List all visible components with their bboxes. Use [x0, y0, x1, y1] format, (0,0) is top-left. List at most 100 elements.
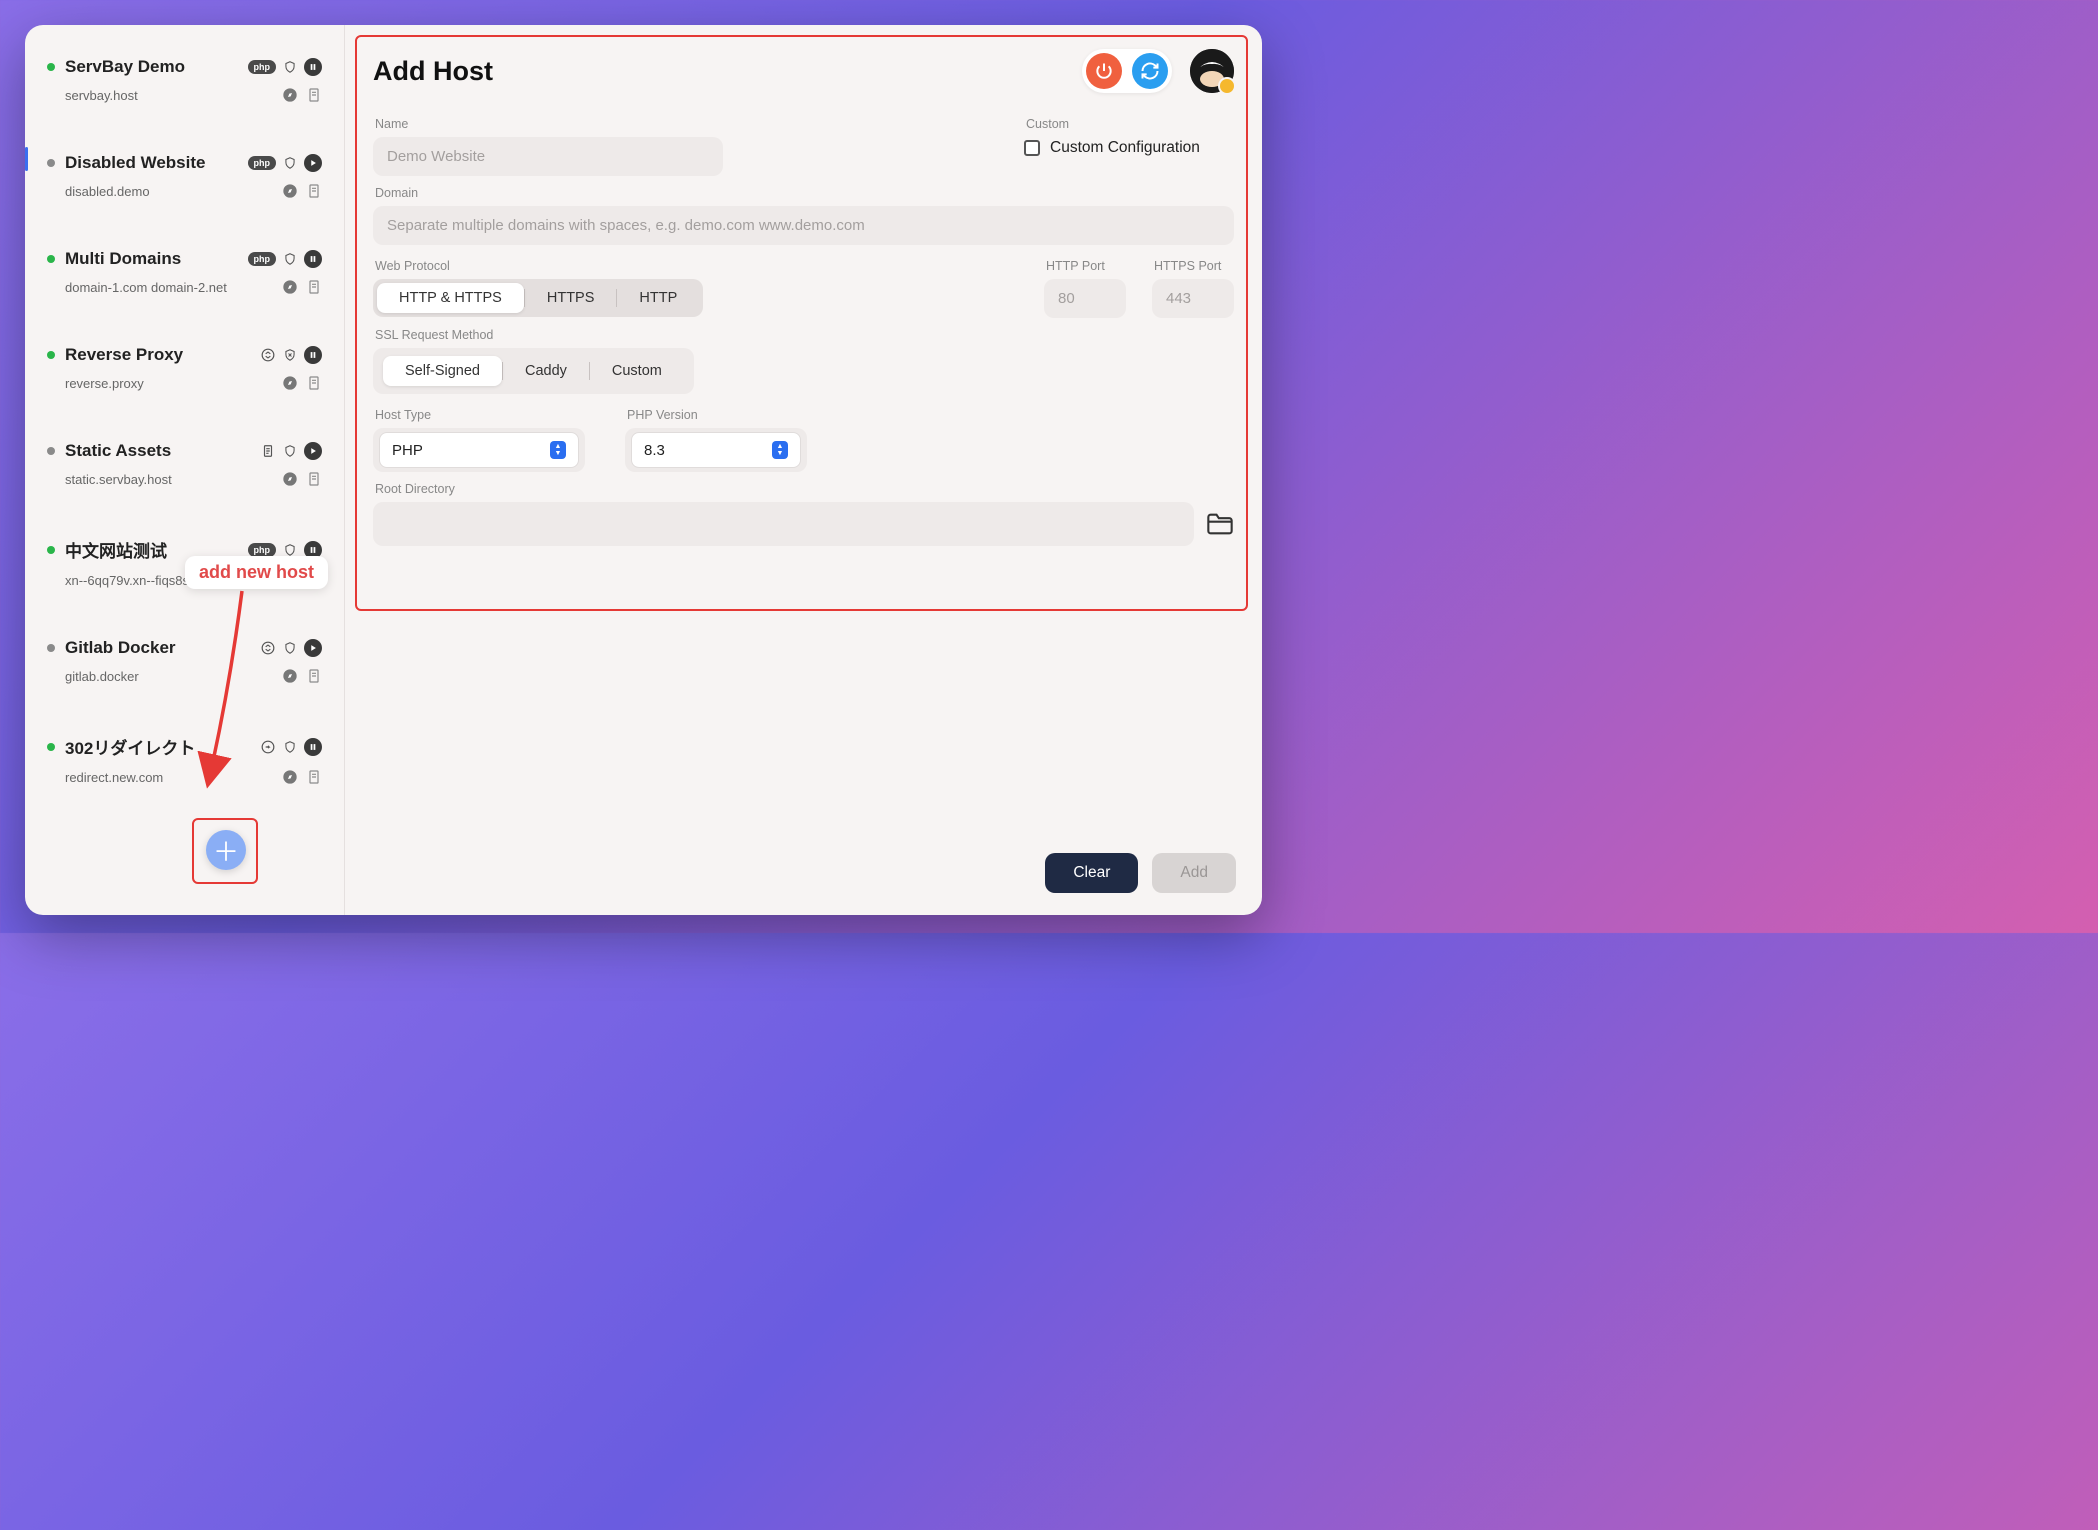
redirect-icon — [260, 739, 276, 755]
compass-icon[interactable] — [282, 375, 298, 391]
domain-input[interactable] — [373, 206, 1234, 245]
protocol-option[interactable]: HTTP — [617, 283, 699, 313]
header-action-group — [1082, 49, 1172, 93]
host-title: ServBay Demo — [65, 57, 238, 77]
play-icon[interactable] — [304, 639, 322, 657]
shield-icon — [282, 155, 298, 171]
sync-button[interactable] — [1132, 53, 1168, 89]
root-directory-input[interactable] — [373, 502, 1194, 546]
host-domain: static.servbay.host — [65, 472, 282, 487]
note-icon[interactable] — [306, 769, 322, 785]
shield-icon — [282, 443, 298, 459]
custom-config-checkbox[interactable] — [1024, 140, 1040, 156]
php-version-select[interactable]: 8.3 ▲▼ — [631, 432, 801, 468]
note-icon[interactable] — [306, 471, 322, 487]
document-icon — [260, 443, 276, 459]
protocol-option[interactable]: HTTPS — [525, 283, 617, 313]
compass-icon[interactable] — [282, 769, 298, 785]
compass-icon[interactable] — [282, 279, 298, 295]
avatar-icon — [1190, 49, 1234, 93]
host-domain: disabled.demo — [65, 184, 282, 199]
play-icon[interactable] — [304, 154, 322, 172]
host-domain: gitlab.docker — [65, 669, 282, 684]
note-icon[interactable] — [306, 375, 322, 391]
pause-icon[interactable] — [304, 250, 322, 268]
add-host-form: Name Custom Custom Configuration Domain … — [367, 107, 1240, 546]
play-icon[interactable] — [304, 442, 322, 460]
status-dot — [47, 351, 55, 359]
shield-icon — [282, 739, 298, 755]
swap-icon — [260, 640, 276, 656]
compass-icon[interactable] — [282, 668, 298, 684]
shield-icon — [282, 251, 298, 267]
avatar[interactable] — [1190, 49, 1234, 93]
host-title: Gitlab Docker — [65, 638, 250, 658]
name-input[interactable] — [373, 137, 723, 176]
label-protocol: Web Protocol — [375, 259, 703, 273]
compass-icon[interactable] — [282, 471, 298, 487]
sidebar-host-item[interactable]: 302リダイレクト redirect.new.com — [37, 722, 332, 795]
sync-icon — [1140, 61, 1160, 81]
sidebar-host-item[interactable]: Multi Domainsphpdomain-1.com domain-2.ne… — [37, 237, 332, 305]
sidebar-host-item[interactable]: Reverse Proxyreverse.proxy — [37, 333, 332, 401]
host-title: 302リダイレクト — [65, 734, 250, 759]
chevron-updown-icon: ▲▼ — [550, 441, 566, 459]
label-name: Name — [375, 117, 998, 131]
pause-icon[interactable] — [304, 738, 322, 756]
https-port-input[interactable] — [1152, 279, 1234, 318]
label-domain: Domain — [375, 186, 1234, 200]
php-badge: php — [248, 252, 277, 266]
swap-icon — [260, 347, 276, 363]
sidebar: ServBay Demophpservbay.hostDisabled Webs… — [25, 25, 345, 915]
sidebar-host-item[interactable]: Static Assets static.servbay.host — [37, 429, 332, 497]
ssl-option[interactable]: Custom — [590, 356, 684, 386]
protocol-option[interactable]: HTTP & HTTPS — [377, 283, 524, 313]
label-hosttype: Host Type — [375, 408, 585, 422]
clear-button[interactable]: Clear — [1045, 853, 1138, 893]
host-domain: servbay.host — [65, 88, 282, 103]
ssl-segmented: Self-SignedCaddyCustom — [379, 352, 688, 390]
host-type-select[interactable]: PHP ▲▼ — [379, 432, 579, 468]
page-title: Add Host — [373, 56, 1082, 87]
host-title: Static Assets — [65, 441, 250, 461]
custom-config-label: Custom Configuration — [1050, 139, 1200, 157]
status-dot — [47, 447, 55, 455]
pause-icon[interactable] — [304, 58, 322, 76]
host-domain: reverse.proxy — [65, 376, 282, 391]
ssl-option[interactable]: Caddy — [503, 356, 589, 386]
power-icon — [1094, 61, 1114, 81]
note-icon[interactable] — [306, 668, 322, 684]
label-httpport: HTTP Port — [1046, 259, 1126, 273]
shield-x-icon — [282, 347, 298, 363]
host-type-value: PHP — [392, 442, 423, 459]
note-icon[interactable] — [306, 183, 322, 199]
shield-icon — [282, 640, 298, 656]
host-domain: domain-1.com domain-2.net — [65, 280, 282, 295]
status-dot — [47, 255, 55, 263]
sidebar-host-item[interactable]: Gitlab Docker gitlab.docker — [37, 626, 332, 694]
ssl-option[interactable]: Self-Signed — [383, 356, 502, 386]
footer-actions: Clear Add — [1045, 853, 1236, 893]
http-port-input[interactable] — [1044, 279, 1126, 318]
label-phpver: PHP Version — [627, 408, 807, 422]
app-window: ServBay Demophpservbay.hostDisabled Webs… — [25, 25, 1262, 915]
php-badge: php — [248, 543, 277, 557]
host-domain: redirect.new.com — [65, 770, 282, 785]
shield-icon — [282, 59, 298, 75]
compass-icon[interactable] — [282, 87, 298, 103]
note-icon[interactable] — [306, 279, 322, 295]
label-rootdir: Root Directory — [375, 482, 1234, 496]
status-dot — [47, 644, 55, 652]
sidebar-host-item[interactable]: ServBay Demophpservbay.host — [37, 45, 332, 113]
note-icon[interactable] — [306, 87, 322, 103]
label-httpsport: HTTPS Port — [1154, 259, 1234, 273]
folder-icon[interactable] — [1206, 512, 1234, 536]
power-button[interactable] — [1086, 53, 1122, 89]
label-ssl: SSL Request Method — [375, 328, 1234, 342]
php-badge: php — [248, 156, 277, 170]
add-button[interactable]: Add — [1152, 853, 1236, 893]
php-version-value: 8.3 — [644, 442, 665, 459]
pause-icon[interactable] — [304, 346, 322, 364]
compass-icon[interactable] — [282, 183, 298, 199]
sidebar-host-item[interactable]: Disabled Websitephpdisabled.demo — [37, 141, 332, 209]
